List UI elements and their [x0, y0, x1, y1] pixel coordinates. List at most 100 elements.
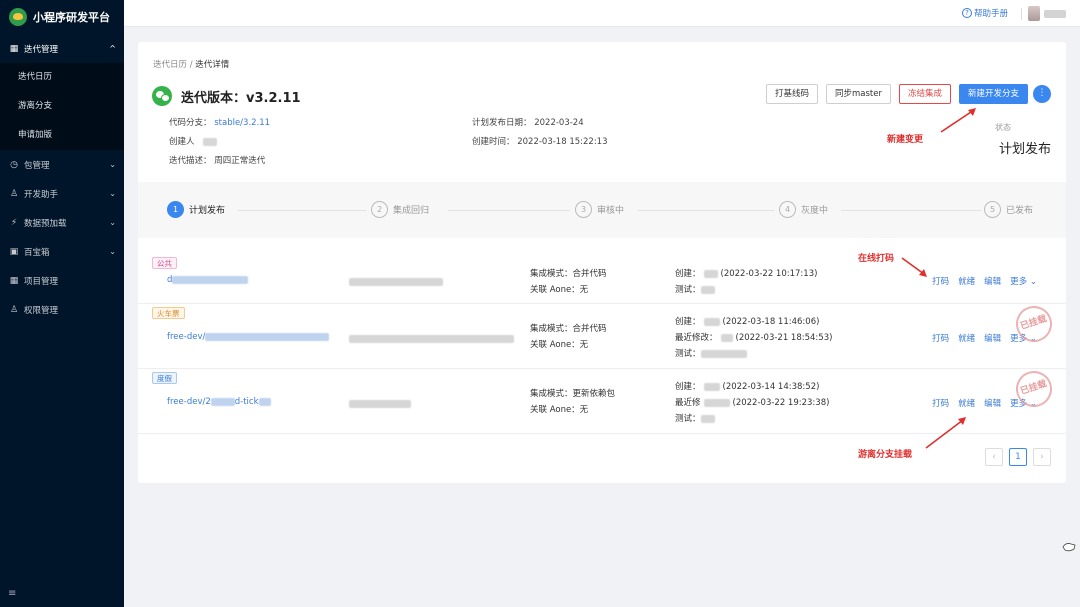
- integration-mode: 集成模式：合并代码: [530, 266, 607, 282]
- category-tag: 度假: [152, 372, 177, 384]
- sidebar-item-detached-branch[interactable]: 游离分支: [0, 92, 124, 121]
- nav-group-package[interactable]: ◷ 包管理 ⌄: [0, 150, 124, 179]
- brand-logo[interactable]: 小程序研发平台: [0, 0, 124, 34]
- user-icon: ♙: [8, 305, 20, 315]
- version-header: 迭代版本：v3.2.11: [152, 86, 301, 106]
- table-row: 火车票 free-dev/ 集成模式：合并代码 关联 Aone：无 创建：(20…: [138, 304, 1066, 369]
- edit-action[interactable]: 编辑: [984, 397, 1001, 409]
- branch-link[interactable]: free-dev/2d-tick: [167, 397, 271, 407]
- desc-value: 周四正常迭代: [214, 156, 265, 166]
- nav-group-dev-assistant[interactable]: ♙ 开发助手 ⌄: [0, 179, 124, 208]
- nav-group-iteration[interactable]: ▦ 迭代管理 ^: [0, 34, 124, 63]
- created-label: 创建：: [675, 382, 701, 392]
- step-number: 2: [371, 201, 388, 218]
- annotation-new-change: 新建变更: [887, 132, 923, 145]
- created-time: (2022-03-22 10:17:13): [721, 269, 818, 279]
- tester-line: 测试：: [675, 346, 832, 362]
- baseline-build-button[interactable]: 打基线码: [766, 84, 818, 104]
- related-aone: 关联 Aone：无: [530, 337, 607, 353]
- step-number: 4: [779, 201, 796, 218]
- breadcrumb: 迭代日历 / 迭代详情: [153, 58, 229, 70]
- prev-page-button[interactable]: ‹: [985, 448, 1003, 466]
- branch-name: free-dev/2: [167, 397, 211, 407]
- step-connector: [638, 210, 774, 211]
- chevron-down-icon: ⌄: [109, 218, 116, 227]
- branch-meta: 代码分支： stable/3.2.11: [169, 116, 270, 128]
- creator-meta: 创建人: [169, 135, 217, 147]
- step-connector: [448, 210, 570, 211]
- branch-link[interactable]: free-dev/: [167, 332, 329, 342]
- plan-date-value: 2022-03-24: [534, 118, 583, 128]
- chevron-up-icon: ^: [109, 44, 116, 53]
- created-label: 创建：: [675, 317, 701, 327]
- help-link[interactable]: ? 帮助手册: [962, 7, 1008, 19]
- build-action[interactable]: 打码: [932, 275, 949, 287]
- created-line: 创建：(2022-03-14 14:38:52): [675, 379, 829, 395]
- table-row: 公共 d 集成模式：合并代码 关联 Aone：无 创建：(2022-03-22 …: [138, 254, 1066, 304]
- iteration-detail-card: 迭代日历 / 迭代详情 迭代版本：v3.2.11 代码分支： stable/3.…: [138, 42, 1066, 483]
- modified-time: (2022-03-21 18:54:53): [736, 333, 833, 343]
- desc-meta: 迭代描述： 周四正常迭代: [169, 154, 265, 166]
- user-menu[interactable]: [1028, 6, 1066, 21]
- plan-date-label: 计划发布日期：: [472, 118, 532, 128]
- more-action[interactable]: 更多 ⌄: [1010, 275, 1037, 287]
- desc-label: 迭代描述：: [169, 156, 212, 166]
- edit-action[interactable]: 编辑: [984, 332, 1001, 344]
- integration-mode: 集成模式：合并代码: [530, 321, 607, 337]
- modified-line: 最近修 (2022-03-22 19:23:38): [675, 395, 829, 411]
- integration-info: 集成模式：合并代码 关联 Aone：无: [530, 321, 607, 353]
- row-dates: 创建：(2022-03-18 11:46:06) 最近修改：(2022-03-2…: [675, 314, 832, 362]
- branch-link[interactable]: stable/3.2.11: [214, 118, 270, 128]
- divider: [1021, 8, 1022, 20]
- build-action[interactable]: 打码: [932, 332, 949, 344]
- nav-group-permission[interactable]: ♙ 权限管理: [0, 295, 124, 324]
- row-dates: 创建：(2022-03-22 10:17:13) 测试：: [675, 266, 817, 298]
- next-page-button[interactable]: ›: [1033, 448, 1051, 466]
- modified-line: 最近修改：(2022-03-21 18:54:53): [675, 330, 832, 346]
- row-dates: 创建：(2022-03-14 14:38:52) 最近修 (2022-03-22 …: [675, 379, 829, 427]
- nav-group-preload[interactable]: ⚡ 数据预加载 ⌄: [0, 208, 124, 237]
- branch-redacted: [205, 333, 329, 341]
- ready-action[interactable]: 就绪: [958, 275, 975, 287]
- branch-link[interactable]: d: [167, 275, 248, 285]
- step-number: 3: [575, 201, 592, 218]
- nav-group-label: 权限管理: [24, 304, 116, 316]
- user-name-redacted: [1044, 10, 1066, 18]
- assistant-icon: ♙: [8, 189, 20, 199]
- edit-action[interactable]: 编辑: [984, 275, 1001, 287]
- sync-master-button[interactable]: 同步master: [826, 84, 891, 104]
- question-icon: ?: [962, 8, 972, 18]
- commit-redacted: [349, 399, 411, 409]
- created-line: 创建：(2022-03-22 10:17:13): [675, 266, 817, 282]
- created-line: 创建：(2022-03-18 11:46:06): [675, 314, 832, 330]
- freeze-integration-button[interactable]: 冻结集成: [899, 84, 951, 104]
- modified-label: 最近修: [675, 398, 701, 408]
- step-label: 审核中: [597, 203, 624, 216]
- action-toolbar: 打基线码 同步master 冻结集成 新建开发分支: [766, 84, 1028, 104]
- nav-group-label: 数据预加载: [24, 217, 109, 229]
- sidebar-item-apply-version[interactable]: 申请加版: [0, 121, 124, 150]
- chevron-down-icon: ⌄: [109, 247, 116, 256]
- branch-name: free-dev/: [167, 332, 205, 342]
- package-icon: ◷: [8, 160, 20, 170]
- collapse-menu-icon[interactable]: ≡: [8, 588, 16, 599]
- nav-group-project[interactable]: ▦ 项目管理: [0, 266, 124, 295]
- modified-time: (2022-03-22 19:23:38): [733, 398, 830, 408]
- build-action[interactable]: 打码: [932, 397, 949, 409]
- new-dev-branch-button[interactable]: 新建开发分支: [959, 84, 1028, 104]
- page-button-current[interactable]: 1: [1009, 448, 1027, 466]
- grid-icon: ▦: [8, 44, 20, 54]
- nav-group-toolbox[interactable]: ▣ 百宝箱 ⌄: [0, 237, 124, 266]
- status-label: 状态: [995, 122, 1011, 133]
- page-title: 迭代版本：v3.2.11: [181, 87, 301, 106]
- breadcrumb-sep: /: [190, 60, 193, 70]
- breadcrumb-parent[interactable]: 迭代日历: [153, 60, 187, 70]
- brand-name: 小程序研发平台: [33, 9, 110, 25]
- created-time-value: 2022-03-18 15:22:13: [517, 137, 607, 147]
- more-icon[interactable]: ⋮: [1033, 85, 1051, 103]
- tester-label: 测试：: [675, 349, 701, 359]
- ready-action[interactable]: 就绪: [958, 332, 975, 344]
- ready-action[interactable]: 就绪: [958, 397, 975, 409]
- annotation-arrow-icon: [923, 415, 969, 451]
- sidebar-item-iteration-calendar[interactable]: 迭代日历: [0, 63, 124, 92]
